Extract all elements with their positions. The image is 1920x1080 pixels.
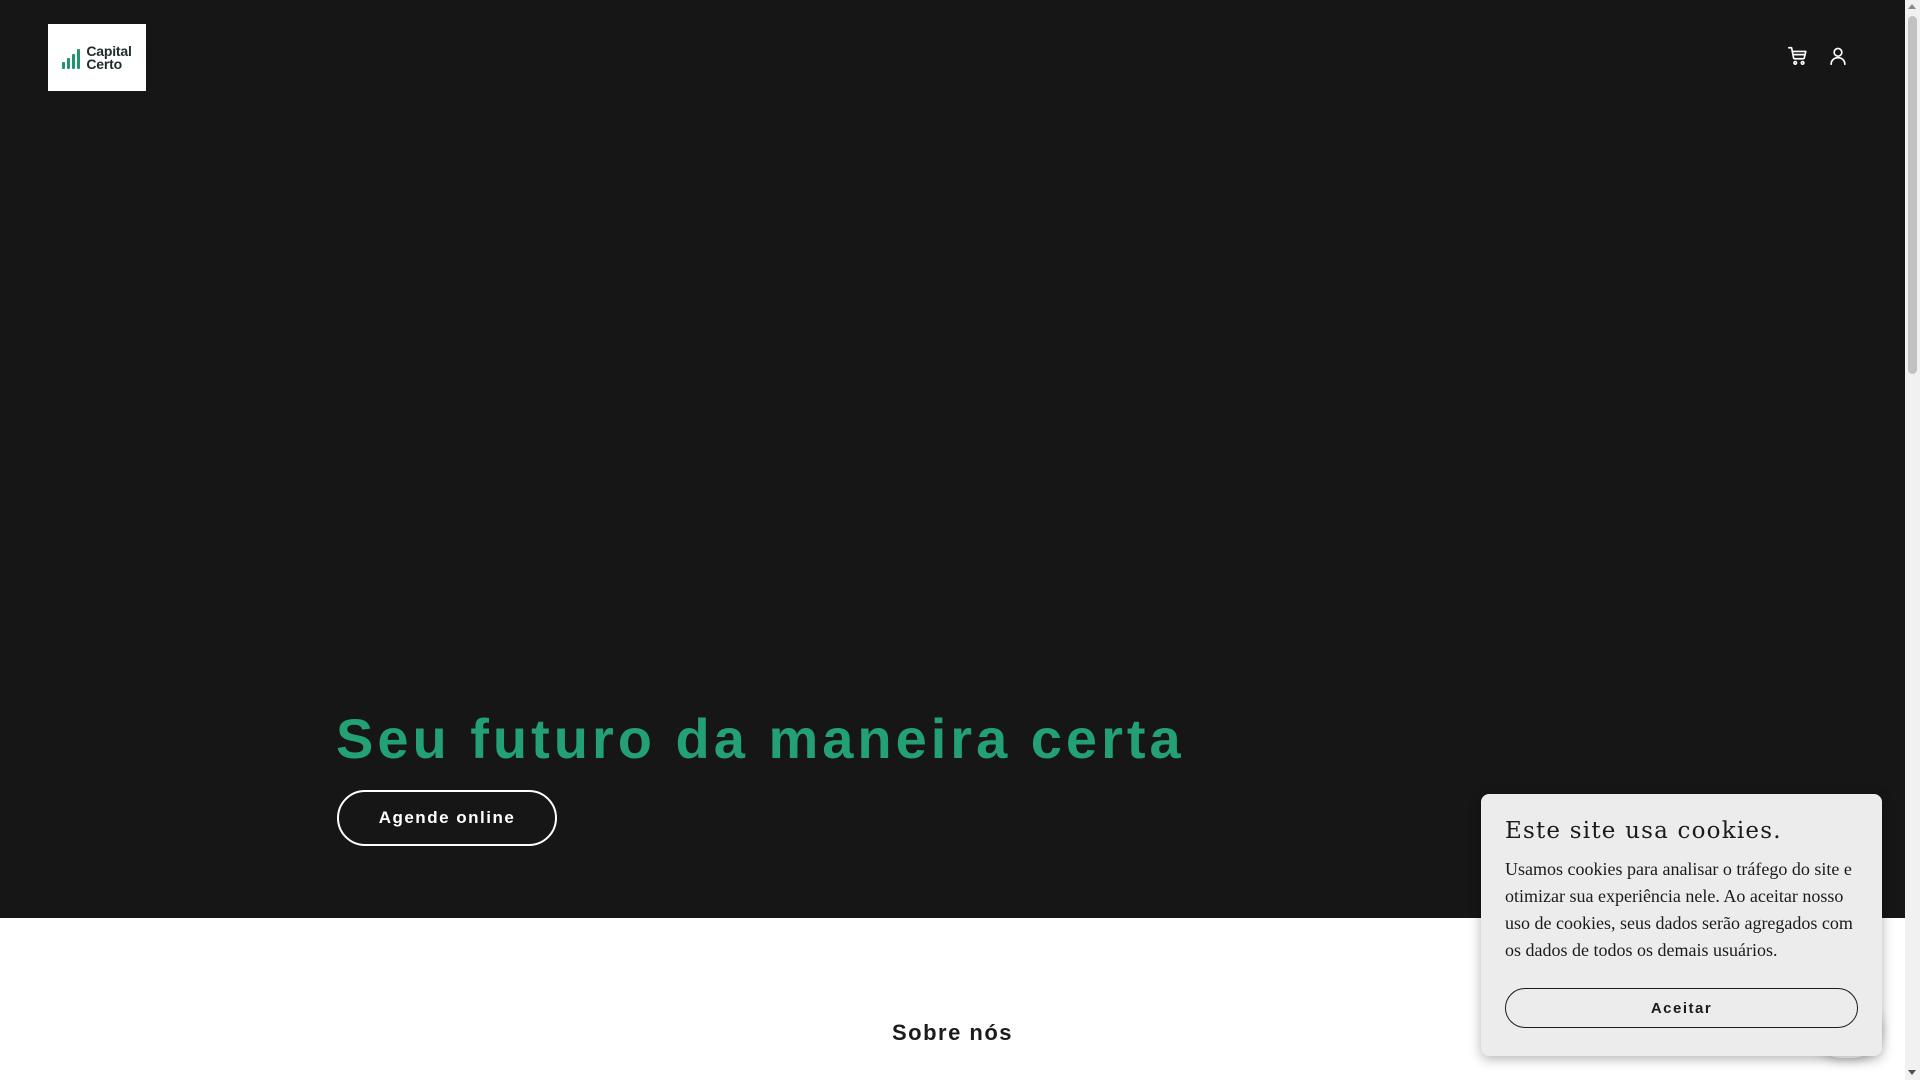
cookie-text: Usamos cookies para analisar o tráfego d… xyxy=(1505,859,1853,960)
scroll-up-arrow-icon[interactable] xyxy=(1908,4,1916,9)
header-actions xyxy=(1786,44,1850,68)
book-online-button[interactable]: Agende online xyxy=(337,790,557,846)
scroll-down-arrow-icon[interactable] xyxy=(1908,1070,1916,1075)
bar-chart-icon xyxy=(62,47,81,69)
cookie-banner: Este site usa cookies. Usamos cookies pa… xyxy=(1481,794,1882,1056)
scrollbar-thumb[interactable] xyxy=(1908,16,1917,374)
account-button[interactable] xyxy=(1826,44,1850,68)
cart-button[interactable] xyxy=(1786,44,1810,68)
vertical-scrollbar[interactable] xyxy=(1905,0,1920,1080)
cart-icon xyxy=(1788,46,1807,65)
logo-wordmark: Capital Certo xyxy=(86,44,131,72)
logo-line-2: Certo xyxy=(86,55,122,72)
accept-cookies-button[interactable]: Aceitar xyxy=(1505,988,1858,1028)
user-icon xyxy=(1830,47,1846,66)
site-logo[interactable]: Capital Certo xyxy=(48,24,146,91)
hero-title: Seu futuro da maneira certa xyxy=(336,707,1185,770)
page-viewport: Capital Certo Seu futuro da maneira cert… xyxy=(0,0,1905,1080)
hero-section: Capital Certo Seu futuro da maneira cert… xyxy=(0,0,1905,918)
cookie-title: Este site usa cookies. xyxy=(1505,818,1782,844)
